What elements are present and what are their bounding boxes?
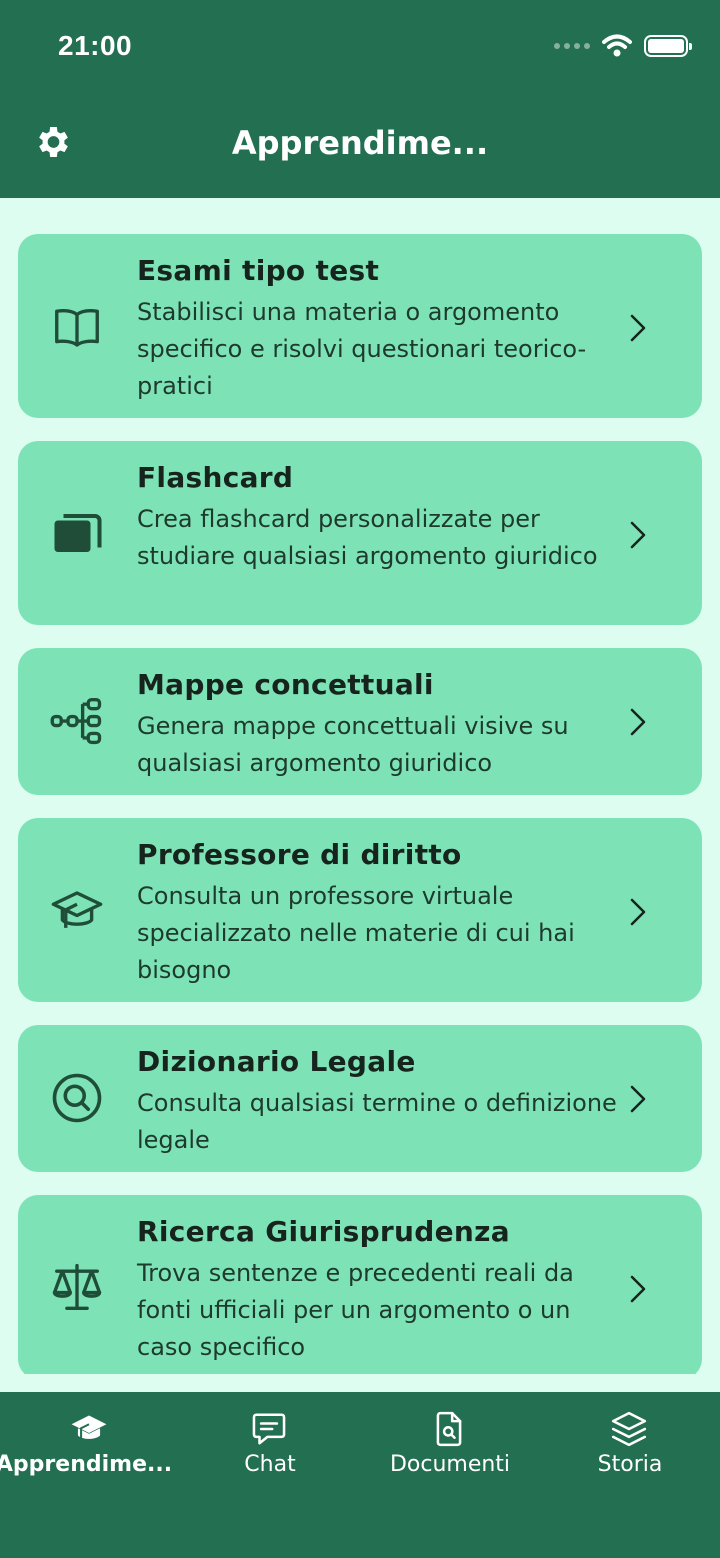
card-title: Esami tipo test [137,254,380,287]
card-ricerca-giurisprudenza[interactable]: Ricerca Giurisprudenza Trova sentenze e … [18,1195,702,1374]
card-title: Dizionario Legale [137,1045,416,1078]
flashcards-icon [54,513,102,552]
chevron-right-icon [630,708,646,736]
tab-chat[interactable]: Chat [180,1392,360,1492]
card-dizionario-legale[interactable]: Dizionario Legale Consulta qualsiasi ter… [18,1025,702,1172]
graduation-cap-icon [71,1415,107,1442]
feature-list: Esami tipo test Stabilisci una materia o… [18,234,702,1374]
tab-documenti[interactable]: Documenti [360,1392,540,1492]
layers-icon [611,1411,647,1447]
chevron-right-icon [630,898,646,926]
tab-storia[interactable]: Storia [540,1392,720,1492]
chevron-right-icon [630,314,646,342]
bottom-tab-bar: Apprendime... Chat Documenti Storia [0,1392,720,1558]
card-professore-di-diritto[interactable]: Professore di diritto Consulta un profes… [18,818,702,1002]
card-description: Trova sentenze e precedenti reali da fon… [137,1259,574,1361]
status-icons [554,30,692,62]
card-description: Crea flashcard personalizzate per studia… [137,505,598,570]
graduation-cap-icon [51,891,103,928]
page-title: Apprendime... [231,124,489,162]
top-app-bar: 21:00 Apprendime... [0,0,720,198]
status-time: 21:00 [58,30,133,61]
chat-icon [252,1413,286,1445]
card-title: Ricerca Giurisprudenza [137,1215,510,1248]
search-circle-icon [52,1073,102,1123]
scales-icon [52,1263,102,1310]
book-icon [55,309,99,347]
card-title: Flashcard [137,461,294,494]
wifi-icon [602,34,632,57]
card-title: Mappe concettuali [137,668,434,701]
card-esami-tipo-test[interactable]: Esami tipo test Stabilisci una materia o… [18,234,702,418]
tab-label: Documenti [389,1452,511,1477]
card-mappe-concettuali[interactable]: Mappe concettuali Genera mappe concettua… [18,648,702,795]
card-title: Professore di diritto [137,838,462,871]
mind-map-icon [50,697,102,745]
chevron-right-icon [630,1275,646,1303]
cellular-signal-icon [554,43,590,49]
card-flashcard[interactable]: Flashcard Crea flashcard personalizzate … [18,441,702,625]
card-description: Consulta un professore virtuale speciali… [137,882,575,984]
card-description: Stabilisci una materia o argomento speci… [137,298,587,400]
chevron-right-icon [630,1085,646,1113]
card-description: Genera mappe concettuali visive su quals… [137,712,569,777]
tab-label: Apprendime... [0,1452,173,1477]
battery-icon [644,35,692,57]
tab-label: Chat [244,1452,296,1477]
tab-label: Storia [597,1452,663,1477]
tab-apprendimento[interactable]: Apprendime... [0,1392,180,1492]
card-description: Consulta qualsiasi termine o definizione… [137,1089,617,1154]
chevron-right-icon [630,521,646,549]
document-search-icon [436,1411,462,1447]
